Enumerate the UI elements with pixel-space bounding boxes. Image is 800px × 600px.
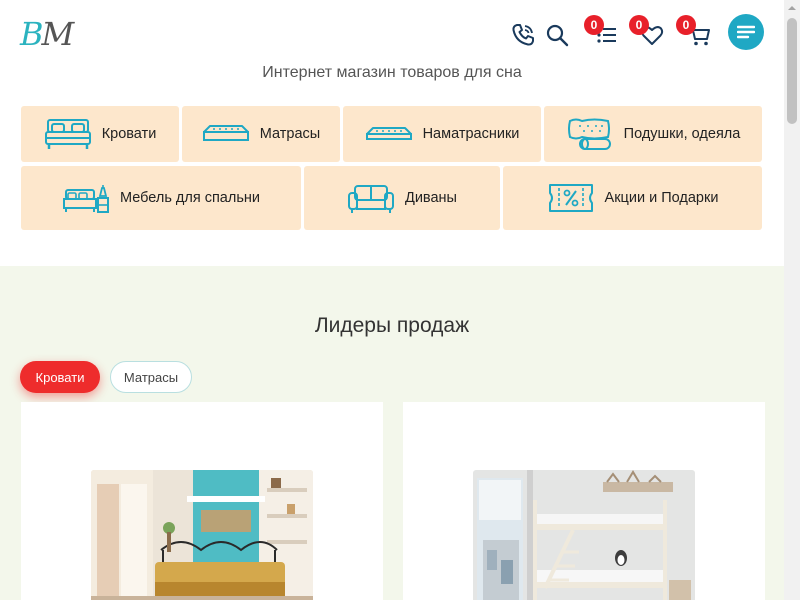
bestsellers-section: Лидеры продаж Кровати Матрасы [0,266,784,600]
category-label: Матрасы [259,126,321,142]
mattress-topper-icon [365,127,412,140]
category-label: Мебель для спальни [119,190,260,206]
cart-count-badge: 0 [676,15,696,35]
category-label: Кровати [101,126,157,142]
compare-count-badge: 0 [584,15,604,35]
product-image[interactable] [91,470,313,600]
favorites-count-badge: 0 [629,15,649,35]
compare-list-button[interactable]: 0 [584,15,622,50]
cart-button[interactable]: 0 [676,15,714,50]
section-title: Лидеры продаж [314,314,470,337]
category-label: Акции и Подарки [604,190,719,206]
favorites-button[interactable]: 0 [629,15,667,50]
site-tagline: Интернет магазин товаров для сна [262,64,522,81]
menu-icon [737,25,755,39]
category-mattress-toppers[interactable]: Наматрасники [343,106,541,162]
mattress-icon [202,125,249,141]
product-card[interactable] [21,402,383,600]
sofa-icon [348,185,395,213]
category-pillows-blankets[interactable]: Подушки, одеяла [544,106,762,162]
pillow-blanket-icon [567,118,611,150]
scrollbar-thumb[interactable] [787,18,797,124]
discount-ticket-icon [548,184,593,212]
page-scrollbar[interactable] [784,0,800,600]
phone-icon[interactable] [508,20,538,50]
tab-mattresses[interactable]: Матрасы [110,361,192,393]
category-beds[interactable]: Кровати [21,106,179,162]
category-mattresses[interactable]: Матрасы [182,106,340,162]
category-label: Диваны [405,190,457,206]
bed-icon [44,119,91,149]
bedroom-furniture-icon [62,185,109,213]
category-label: Подушки, одеяла [623,126,741,142]
logo[interactable]: ВМ [20,14,90,54]
search-icon[interactable] [542,20,572,50]
category-bedroom-furniture[interactable]: Мебель для спальни [21,166,301,230]
product-image[interactable] [473,470,695,600]
category-label: Наматрасники [422,126,520,142]
menu-button[interactable] [728,14,764,50]
tab-beds[interactable]: Кровати [20,361,100,393]
category-promotions-gifts[interactable]: Акции и Подарки [503,166,762,230]
product-card[interactable] [403,402,765,600]
site-header: ВМ 0 0 0 [0,0,784,100]
category-sofas[interactable]: Диваны [304,166,500,230]
scroll-up-arrow-icon[interactable] [784,0,800,16]
